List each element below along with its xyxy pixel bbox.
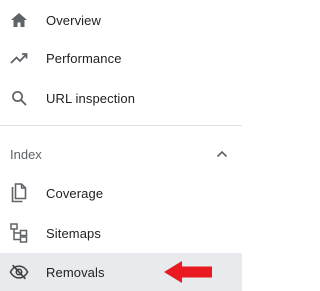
chevron-up-icon[interactable] (214, 146, 230, 162)
sidebar-item-label: Sitemaps (46, 225, 101, 241)
sidebar-nav: Overview Performance URL inspection Inde… (0, 0, 242, 291)
search-icon (9, 88, 29, 108)
eye-off-icon (9, 262, 29, 282)
sidebar-item-sitemaps[interactable]: Sitemaps (0, 213, 242, 253)
sidebar-item-label: Removals (46, 264, 105, 280)
sidebar-item-performance[interactable]: Performance (0, 38, 242, 78)
sidebar-item-label: Coverage (46, 185, 104, 201)
annotation-arrow-icon (163, 260, 213, 284)
sidebar-item-label: Performance (46, 50, 122, 66)
section-header-index[interactable]: Index (0, 136, 242, 172)
sidebar-item-label: URL inspection (46, 90, 136, 106)
trending-up-icon (9, 48, 29, 68)
sidebar-item-label: Overview (46, 12, 101, 28)
file-copy-icon (9, 183, 29, 203)
home-icon (9, 10, 29, 30)
sidebar-item-coverage[interactable]: Coverage (0, 173, 242, 213)
sidebar-item-url-inspection[interactable]: URL inspection (0, 78, 242, 118)
sitemap-icon (9, 223, 29, 243)
sidebar-item-overview[interactable]: Overview (0, 0, 242, 40)
divider (0, 125, 242, 126)
section-label: Index (10, 146, 42, 162)
